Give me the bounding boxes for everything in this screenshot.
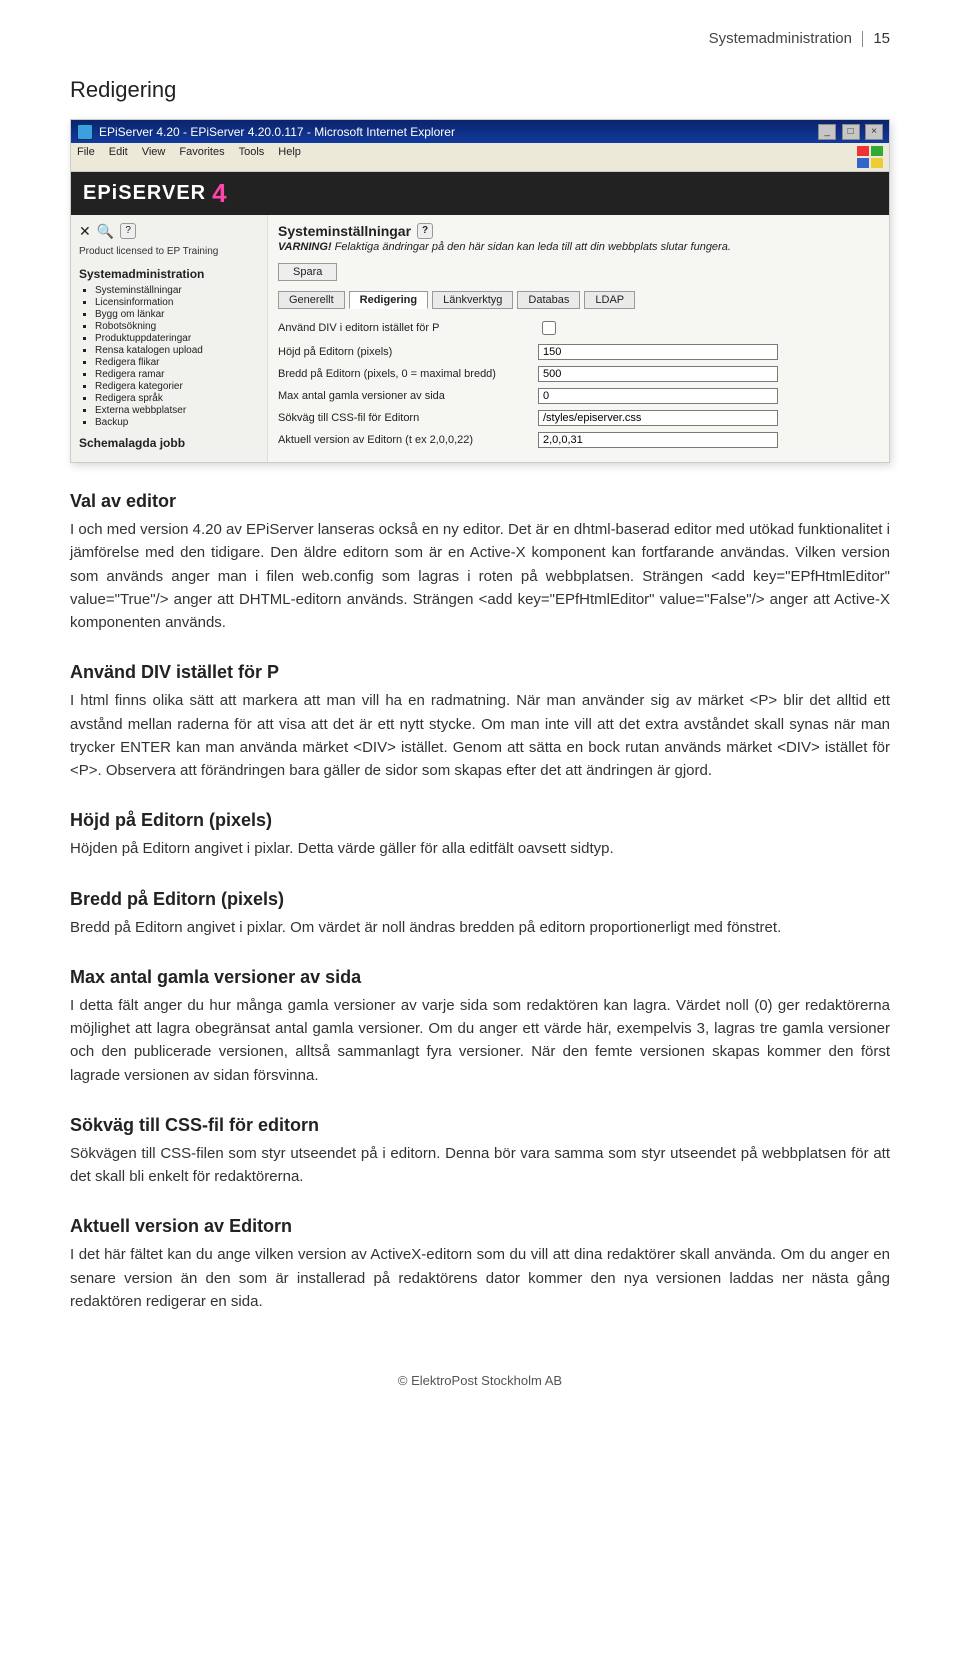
screenshot-mock: EPiServer 4.20 - EPiServer 4.20.0.117 - … xyxy=(70,119,890,463)
form-row: Aktuell version av Editorn (t ex 2,0,0,2… xyxy=(278,429,879,451)
sidebar-tools: ✕ 🔍 ? xyxy=(79,223,259,240)
section-heading: Bredd på Editorn (pixels) xyxy=(70,889,890,910)
section-paragraph: Sökvägen till CSS-filen som styr utseend… xyxy=(70,1142,890,1189)
form-row: Max antal gamla versioner av sida xyxy=(278,385,879,407)
section-paragraph: I det här fältet kan du ange vilken vers… xyxy=(70,1243,890,1313)
menu-favorites[interactable]: Favorites xyxy=(179,146,224,168)
window-buttons: _ □ × xyxy=(816,123,883,140)
tab-ldap[interactable]: LDAP xyxy=(584,291,635,309)
sidebar-list: SysteminställningarLicensinformationBygg… xyxy=(79,285,259,428)
section-heading: Sökväg till CSS-fil för editorn xyxy=(70,1115,890,1136)
tool-icon[interactable]: ✕ xyxy=(79,223,91,240)
form-rows: Använd DIV i editorn istället för P Höjd … xyxy=(278,315,879,451)
tab-row: GenerelltRedigeringLänkverktygDatabasLDA… xyxy=(278,291,879,309)
form-row: Sökväg till CSS-fil för Editorn xyxy=(278,407,879,429)
content-panel: Systeminställningar ? VARNING! Felaktiga… xyxy=(268,215,889,462)
sidebar-item[interactable]: Redigera ramar xyxy=(95,369,259,380)
form-input[interactable] xyxy=(538,344,778,360)
window-title: EPiServer 4.20 - EPiServer 4.20.0.117 - … xyxy=(99,125,455,139)
section-paragraph: I och med version 4.20 av EPiServer lans… xyxy=(70,518,890,634)
menu-help[interactable]: Help xyxy=(278,146,301,168)
ie-icon xyxy=(77,124,93,140)
page-header: Systemadministration 15 xyxy=(70,30,890,47)
sidebar: ✕ 🔍 ? Product licensed to EP Training Sy… xyxy=(71,215,268,462)
footer: © ElektroPost Stockholm AB xyxy=(70,1373,890,1388)
minimize-button[interactable]: _ xyxy=(818,124,836,140)
tab-redigering[interactable]: Redigering xyxy=(349,291,428,309)
sidebar-item[interactable]: Produktuppdateringar xyxy=(95,333,259,344)
form-label: Använd DIV i editorn istället för P xyxy=(278,322,538,334)
sidebar-item[interactable]: Robotsökning xyxy=(95,321,259,332)
license-text: Product licensed to EP Training xyxy=(79,246,259,257)
brand-text: EPiSERVER xyxy=(83,182,206,205)
section-heading: Max antal gamla versioner av sida xyxy=(70,967,890,988)
form-label: Aktuell version av Editorn (t ex 2,0,0,2… xyxy=(278,434,538,446)
warning-text: VARNING! Felaktiga ändringar på den här … xyxy=(278,241,879,253)
sidebar-item[interactable]: Redigera flikar xyxy=(95,357,259,368)
form-row: Höjd på Editorn (pixels) xyxy=(278,341,879,363)
sidebar-heading-2: Schemalagda jobb xyxy=(79,436,259,450)
product-banner: EPiSERVER 4 xyxy=(71,172,889,215)
sidebar-heading: Systemadministration xyxy=(79,267,259,281)
form-label: Max antal gamla versioner av sida xyxy=(278,390,538,402)
save-button[interactable]: Spara xyxy=(278,263,337,281)
section-paragraph: Bredd på Editorn angivet i pixlar. Om vä… xyxy=(70,916,890,939)
menu-edit[interactable]: Edit xyxy=(109,146,128,168)
tool-icon-search[interactable]: 🔍 xyxy=(97,223,114,240)
menubar: File Edit View Favorites Tools Help xyxy=(71,143,889,172)
sidebar-item[interactable]: Licensinformation xyxy=(95,297,259,308)
section-paragraph: I detta fält anger du hur många gamla ve… xyxy=(70,994,890,1087)
tab-länkverktyg[interactable]: Länkverktyg xyxy=(432,291,513,309)
section-heading: Val av editor xyxy=(70,491,890,512)
form-label: Höjd på Editorn (pixels) xyxy=(278,346,538,358)
tool-icon-help[interactable]: ? xyxy=(120,223,136,239)
form-input[interactable] xyxy=(538,388,778,404)
panel-title: Systeminställningar xyxy=(278,223,411,239)
section-heading: Använd DIV istället för P xyxy=(70,662,890,683)
brand-suffix: 4 xyxy=(212,178,227,209)
sidebar-item[interactable]: Redigera språk xyxy=(95,393,259,404)
sidebar-item[interactable]: Redigera kategorier xyxy=(95,381,259,392)
form-checkbox[interactable] xyxy=(542,321,556,335)
section-heading: Aktuell version av Editorn xyxy=(70,1216,890,1237)
header-separator xyxy=(862,31,863,47)
form-input[interactable] xyxy=(538,432,778,448)
sidebar-item[interactable]: Backup xyxy=(95,417,259,428)
menu-view[interactable]: View xyxy=(142,146,166,168)
form-input[interactable] xyxy=(538,366,778,382)
page-number: 15 xyxy=(873,30,890,47)
form-label: Bredd på Editorn (pixels, 0 = maximal br… xyxy=(278,368,538,380)
header-topic: Systemadministration xyxy=(709,30,852,47)
section-paragraph: Höjden på Editorn angivet i pixlar. Dett… xyxy=(70,837,890,860)
close-button[interactable]: × xyxy=(865,124,883,140)
section-paragraph: I html finns olika sätt att markera att … xyxy=(70,689,890,782)
tab-generellt[interactable]: Generellt xyxy=(278,291,345,309)
sidebar-item[interactable]: Externa webbplatser xyxy=(95,405,259,416)
maximize-button[interactable]: □ xyxy=(842,124,860,140)
sidebar-item[interactable]: Bygg om länkar xyxy=(95,309,259,320)
tab-databas[interactable]: Databas xyxy=(517,291,580,309)
warning-label: VARNING! xyxy=(278,241,332,253)
section-heading: Höjd på Editorn (pixels) xyxy=(70,810,890,831)
window-titlebar: EPiServer 4.20 - EPiServer 4.20.0.117 - … xyxy=(71,120,889,143)
form-label: Sökväg till CSS-fil för Editorn xyxy=(278,412,538,424)
help-icon[interactable]: ? xyxy=(417,223,433,239)
windows-flag-icon xyxy=(857,146,883,168)
menu-tools[interactable]: Tools xyxy=(239,146,265,168)
menu-file[interactable]: File xyxy=(77,146,95,168)
page-title: Redigering xyxy=(70,77,890,103)
sidebar-item[interactable]: Systeminställningar xyxy=(95,285,259,296)
sidebar-item[interactable]: Rensa katalogen upload xyxy=(95,345,259,356)
form-row: Använd DIV i editorn istället för P xyxy=(278,315,879,341)
form-input[interactable] xyxy=(538,410,778,426)
form-row: Bredd på Editorn (pixels, 0 = maximal br… xyxy=(278,363,879,385)
